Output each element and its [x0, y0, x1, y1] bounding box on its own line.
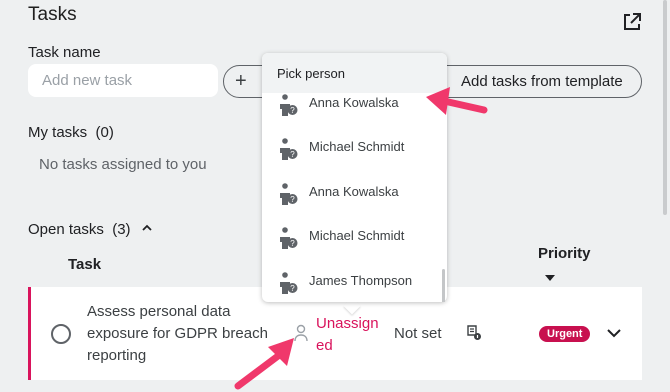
- svg-text:?: ?: [290, 150, 295, 159]
- person-question-icon: ?: [280, 94, 298, 116]
- person-question-icon: ?: [280, 272, 298, 294]
- my-tasks-label: My tasks: [28, 124, 88, 141]
- svg-text:?: ?: [290, 106, 295, 115]
- person-option[interactable]: ? James Thompson: [262, 271, 440, 302]
- person-name: Michael Schmidt: [309, 139, 405, 154]
- svg-text:?: ?: [290, 239, 295, 248]
- my-tasks-empty: No tasks assigned to you: [39, 156, 207, 173]
- task-name-label: Task name: [28, 44, 101, 61]
- column-header-task[interactable]: Task: [68, 256, 101, 273]
- page-scrollbar[interactable]: [663, 0, 667, 215]
- my-tasks-count: (0): [95, 124, 114, 141]
- annotation-arrow-bottom: [234, 338, 294, 390]
- task-name-input[interactable]: [28, 64, 218, 97]
- person-picker-title: Pick person: [262, 53, 447, 93]
- person-name: Anna Kowalska: [309, 95, 399, 110]
- priority-badge: Urgent: [539, 326, 591, 342]
- person-name: Anna Kowalska: [309, 184, 399, 199]
- person-picker-popover: Pick person ? Anna Kowalska ? Michael Sc…: [262, 53, 447, 302]
- chevron-up-icon[interactable]: [142, 224, 152, 232]
- open-tasks-heading[interactable]: Open tasks (3): [28, 221, 131, 238]
- person-name: James Thompson: [309, 273, 413, 288]
- person-option[interactable]: ? Anna Kowalska: [262, 93, 440, 137]
- sort-descending-icon[interactable]: [545, 275, 555, 281]
- plus-icon: +: [235, 70, 247, 92]
- my-tasks-heading: My tasks (0): [28, 124, 114, 141]
- person-name: Michael Schmidt: [309, 228, 405, 243]
- chevron-down-icon[interactable]: [607, 328, 621, 338]
- person-option[interactable]: ? Michael Schmidt: [262, 226, 440, 270]
- person-question-icon: ?: [280, 227, 298, 249]
- annotation-arrow-top: [426, 87, 488, 115]
- column-header-priority[interactable]: Priority: [538, 245, 591, 262]
- external-link-icon[interactable]: [622, 12, 642, 32]
- due-date-value[interactable]: Not set: [394, 325, 442, 342]
- svg-text:?: ?: [290, 195, 295, 204]
- person-list[interactable]: ? Anna Kowalska ? Michael Schmidt ? Anna…: [262, 93, 447, 302]
- page-title: Tasks: [28, 4, 77, 25]
- person-option[interactable]: ? Anna Kowalska: [262, 182, 440, 226]
- open-tasks-label: Open tasks: [28, 221, 104, 238]
- open-tasks-count: (3): [112, 221, 131, 238]
- popover-scrollbar[interactable]: [442, 269, 445, 302]
- svg-text:?: ?: [290, 284, 295, 293]
- person-question-icon: ?: [280, 138, 298, 160]
- person-question-icon: ?: [280, 183, 298, 205]
- task-complete-radio[interactable]: [51, 324, 71, 344]
- document-info-icon[interactable]: [466, 325, 482, 341]
- assignee-link[interactable]: Unassigned: [316, 313, 386, 357]
- person-option[interactable]: ? Michael Schmidt: [262, 137, 440, 181]
